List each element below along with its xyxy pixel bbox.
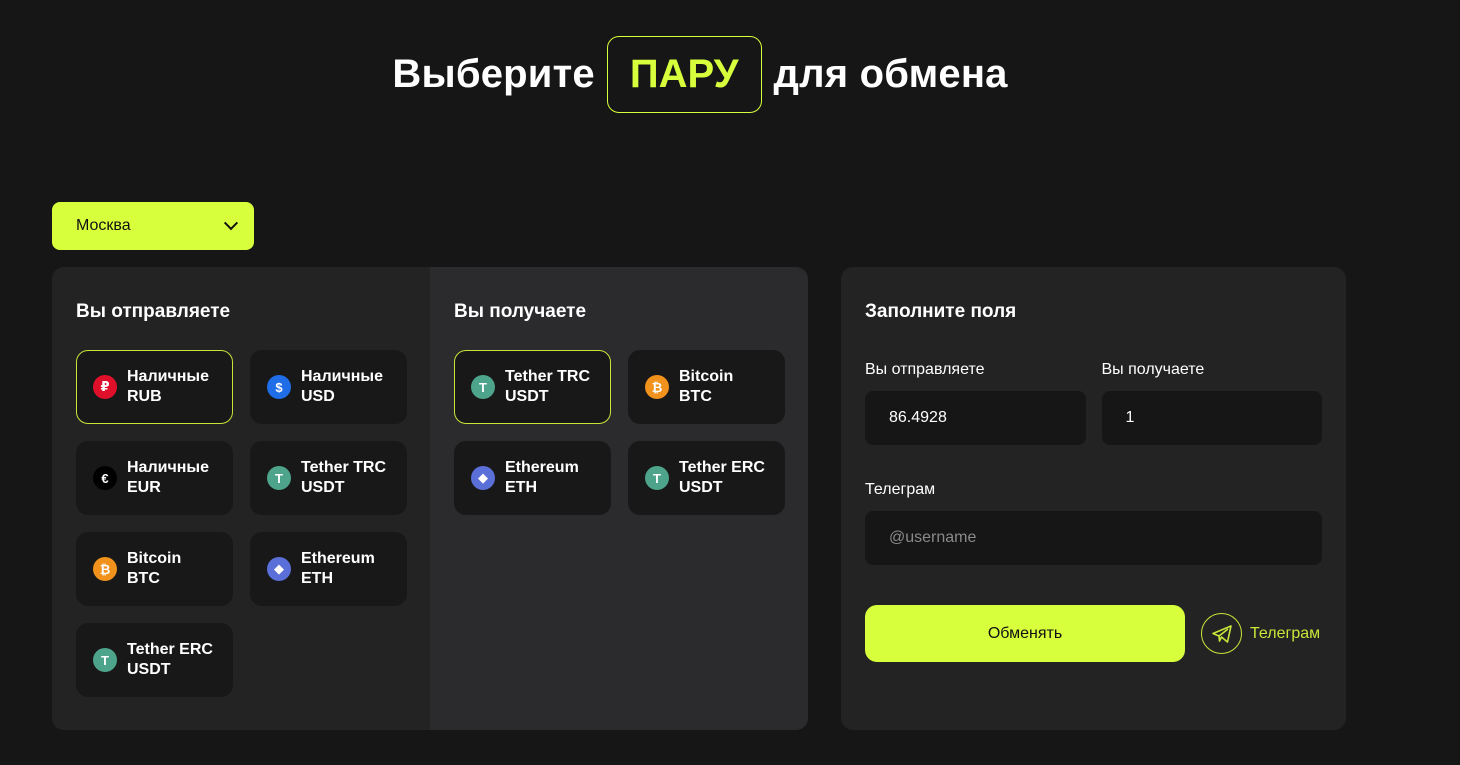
telegram-input[interactable] [865, 511, 1322, 565]
currency-option[interactable]: T Tether TRC USDT [454, 350, 611, 424]
currency-option[interactable]: T Tether ERC USDT [628, 441, 785, 515]
currency-label: Наличные EUR [127, 459, 209, 496]
euro-icon: € [93, 466, 117, 490]
telegram-link-label: Телеграм [1250, 624, 1321, 642]
currency-option[interactable]: ₿ Bitcoin BTC [628, 350, 785, 424]
exchange-button[interactable]: Обменять [865, 605, 1185, 662]
currency-label: Наличные RUB [127, 368, 209, 405]
pair-selector: Вы отправляете ₽ Наличные RUB $ Наличные US… [52, 267, 808, 730]
currency-label: Наличные USD [301, 368, 383, 405]
ethereum-icon: ◆ [471, 466, 495, 490]
send-column: Вы отправляете ₽ Наличные RUB $ Наличные US… [52, 267, 430, 730]
telegram-label: Телеграм [865, 481, 936, 498]
form-title: Заполните поля [865, 301, 1017, 322]
city-select[interactable]: Москва [52, 202, 254, 250]
currency-option[interactable]: ◆ Ethereum ETH [454, 441, 611, 515]
currency-option[interactable]: ₽ Наличные RUB [76, 350, 233, 424]
currency-label: Tether ERC USDT [679, 459, 765, 496]
dollar-icon: $ [267, 375, 291, 399]
currency-label: Ethereum ETH [301, 550, 375, 587]
receive-currency-list: T Tether TRC USDT ₿ Bitcoin BTC ◆ Ethereum ET… [454, 350, 785, 515]
currency-option[interactable]: € Наличные EUR [76, 441, 233, 515]
tether-icon: T [645, 466, 669, 490]
bitcoin-icon: ₿ [93, 557, 117, 581]
bitcoin-icon: ₿ [645, 375, 669, 399]
currency-label: Bitcoin BTC [127, 550, 182, 587]
heading-after: для обмена [773, 52, 1008, 96]
receive-amount-label: Вы получаете [1101, 361, 1205, 378]
tether-icon: T [93, 648, 117, 672]
send-currency-list: ₽ Наличные RUB $ Наличные USD € Наличные EUR T… [76, 350, 407, 697]
send-amount-label: Вы отправляете [865, 361, 985, 378]
heading-highlight: ПАРУ [606, 36, 762, 113]
currency-option[interactable]: ₿ Bitcoin BTC [76, 532, 233, 606]
currency-option[interactable]: ◆ Ethereum ETH [250, 532, 407, 606]
currency-label: Bitcoin BTC [679, 368, 734, 405]
page-heading: Выберите ПАРУ для обмена [0, 36, 1400, 113]
ruble-icon: ₽ [93, 375, 117, 399]
currency-option[interactable]: T Tether TRC USDT [250, 441, 407, 515]
receive-amount-input[interactable] [1101, 391, 1322, 445]
ethereum-icon: ◆ [267, 557, 291, 581]
tether-icon: T [471, 375, 495, 399]
send-title: Вы отправляете [76, 301, 231, 322]
receive-title: Вы получаете [454, 301, 587, 322]
exchange-form: Заполните поля Вы отправляете Вы получае… [841, 267, 1346, 730]
receive-column: Вы получаете T Tether TRC USDT ₿ Bitcoin BT… [430, 267, 808, 730]
currency-label: Tether TRC USDT [301, 459, 387, 496]
send-amount-input[interactable] [865, 391, 1086, 445]
telegram-link[interactable]: Телеграм [1201, 613, 1320, 654]
currency-label: Ethereum ETH [505, 459, 579, 496]
currency-label: Tether ERC USDT [127, 641, 213, 678]
currency-option[interactable]: T Tether ERC USDT [76, 623, 233, 697]
currency-option[interactable]: $ Наличные USD [250, 350, 407, 424]
telegram-icon [1201, 613, 1242, 654]
heading-before: Выберите [392, 52, 595, 96]
chevron-down-icon [223, 216, 239, 231]
currency-label: Tether TRC USDT [505, 368, 591, 405]
tether-icon: T [267, 466, 291, 490]
city-select-value: Москва [76, 217, 131, 234]
